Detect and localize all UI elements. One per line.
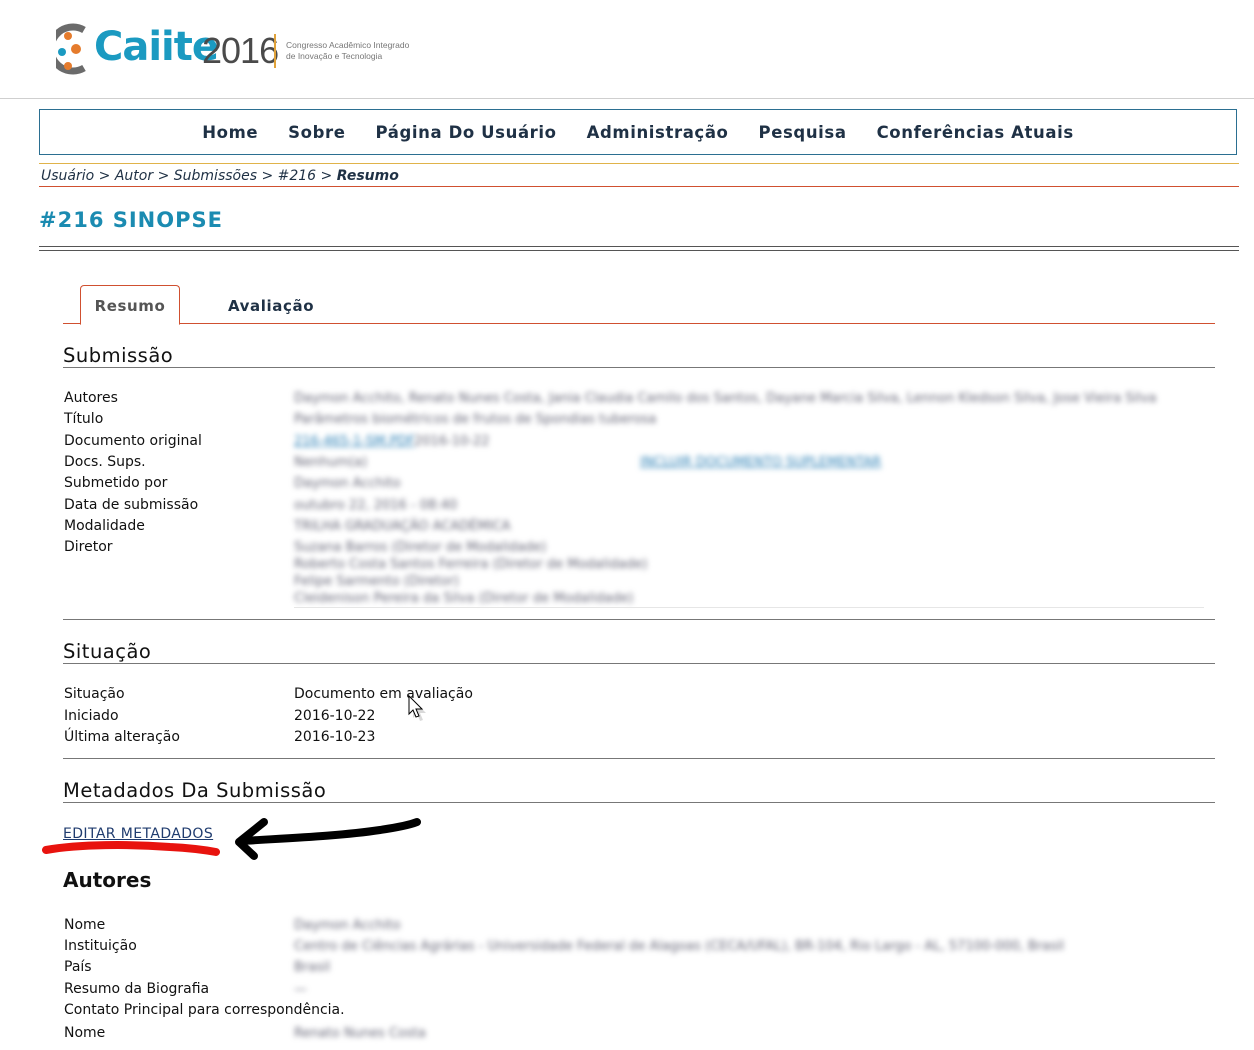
label-contato-principal: Contato Principal para correspondência. <box>64 1002 345 1018</box>
breadcrumb-current: Resumo <box>336 168 399 184</box>
main-nav: Home Sobre Página Do Usuário Administraç… <box>39 109 1237 155</box>
label-ultima-alteracao: Última alteração <box>64 729 180 745</box>
breadcrumb-autor[interactable]: Autor <box>115 168 153 184</box>
value-ultima-alteracao: 2016-10-23 <box>294 729 376 745</box>
add-supplementary-file-link[interactable]: INCLUIR DOCUMENTO SUPLEMENTAR <box>640 455 881 470</box>
tab-avaliacao[interactable]: Avaliação <box>228 297 314 315</box>
section-divider <box>63 663 1215 664</box>
tabs-baseline <box>63 323 1215 324</box>
red-underline-annotation <box>42 841 220 856</box>
value-autores: Daymon Acchito, Renato Nunes Costa, Jani… <box>294 391 1157 406</box>
nav-admin[interactable]: Administração <box>587 123 729 142</box>
label-resumo-biografia: Resumo da Biografia <box>64 981 210 997</box>
section-divider <box>63 802 1215 803</box>
nav-search[interactable]: Pesquisa <box>759 123 847 142</box>
breadcrumb-usuario[interactable]: Usuário <box>41 168 94 184</box>
label-docs-sups: Docs. Sups. <box>64 454 146 470</box>
logo-tagline-line2: de Inovação e Tecnologia <box>286 51 383 61</box>
section-end-divider <box>63 758 1215 759</box>
value-iniciado: 2016-10-22 <box>294 708 376 724</box>
label-documento-original: Documento original <box>64 433 202 449</box>
value-diretor-3: Felipe Sarmento (Diretor) <box>294 574 460 589</box>
site-logo[interactable]: Caiite 2016 Congresso Acadêmico Integrad… <box>56 22 416 78</box>
logo-divider <box>274 34 276 68</box>
breadcrumb-sep: > <box>98 168 111 184</box>
label-diretor: Diretor <box>64 539 113 555</box>
value-author-name-2: Renato Nunes Costa <box>294 1026 426 1041</box>
nav-home[interactable]: Home <box>202 123 258 142</box>
label-autores: Autores <box>64 390 118 406</box>
row-divider <box>294 607 1204 608</box>
page-title: #216 SINOPSE <box>39 208 223 232</box>
value-situacao: Documento em avaliação <box>294 686 473 702</box>
breadcrumb-sep: > <box>157 168 170 184</box>
value-titulo: Parâmetros biométricos de frutos de Spon… <box>294 412 657 427</box>
section-heading-submissao: Submissão <box>63 344 174 367</box>
breadcrumb-underline <box>39 186 1239 187</box>
value-author-name: Daymon Acchito <box>294 918 401 933</box>
header-divider <box>0 98 1254 99</box>
label-pais: País <box>64 959 92 975</box>
mouse-cursor-icon <box>408 694 426 721</box>
tab-resumo[interactable]: Resumo <box>80 285 180 325</box>
logo-year: 2016 <box>202 30 279 71</box>
value-author-country: Brasil <box>294 960 331 975</box>
label-iniciado: Iniciado <box>64 708 119 724</box>
section-heading-metadados: Metadados Da Submissão <box>63 779 327 802</box>
label-instituicao: Instituição <box>64 938 137 954</box>
label-nome: Nome <box>64 917 106 933</box>
nav-current-conferences[interactable]: Conferências Atuais <box>877 123 1074 142</box>
logo-name: Caiite <box>94 24 219 70</box>
label-submetido-por: Submetido por <box>64 475 168 491</box>
value-diretor-2: Roberto Costa Santos Ferreira (Diretor d… <box>294 557 648 572</box>
value-author-institution: Centro de Ciências Agrárias - Universida… <box>294 939 1065 954</box>
value-author-bio: — <box>294 982 307 997</box>
value-diretor-1: Suzana Barros (Diretor de Modalidade) <box>294 540 547 555</box>
value-modalidade: TRILHA GRADUAÇÃO ACADÊMICA <box>294 519 511 534</box>
logo-tagline-line1: Congresso Acadêmico Integrado <box>286 40 410 50</box>
label-nome-2: Nome <box>64 1025 106 1041</box>
original-document-link[interactable]: 216-465-1-SM.PDF <box>294 434 415 449</box>
value-document-date: 2016-10-22 <box>414 434 490 449</box>
logo-tagline: Congresso Acadêmico Integrado de Inovaçã… <box>286 40 426 62</box>
label-data-submissao: Data de submissão <box>64 497 199 513</box>
section-end-divider <box>63 619 1215 620</box>
label-titulo: Título <box>64 411 104 427</box>
label-situacao: Situação <box>64 686 125 702</box>
section-heading-situacao: Situação <box>63 640 152 663</box>
value-diretor-4: Cleidenison Pereira da Silva (Diretor de… <box>294 591 634 606</box>
breadcrumb-submission-id[interactable]: #216 <box>278 168 316 184</box>
section-heading-autores: Autores <box>63 868 152 892</box>
section-divider <box>63 367 1215 368</box>
logo-mark-icon <box>56 23 86 75</box>
breadcrumb-sep: > <box>261 168 274 184</box>
value-data-submissao: outubro 22, 2016 - 08:40 <box>294 498 458 513</box>
breadcrumb-submissoes[interactable]: Submissões <box>174 168 257 184</box>
breadcrumb-sep: > <box>320 168 333 184</box>
value-submetido-por: Daymon Acchito <box>294 476 401 491</box>
title-divider <box>39 250 1239 251</box>
value-docs-sups: Nenhum(a) <box>294 455 368 470</box>
title-divider <box>39 246 1239 247</box>
label-modalidade: Modalidade <box>64 518 145 534</box>
nav-sobre[interactable]: Sobre <box>288 123 345 142</box>
nav-user-page[interactable]: Página Do Usuário <box>376 123 557 142</box>
arrow-annotation-icon <box>235 818 421 860</box>
nav-underline <box>39 163 1239 164</box>
breadcrumb: Usuário > Autor > Submissões > #216 > Re… <box>41 168 399 184</box>
